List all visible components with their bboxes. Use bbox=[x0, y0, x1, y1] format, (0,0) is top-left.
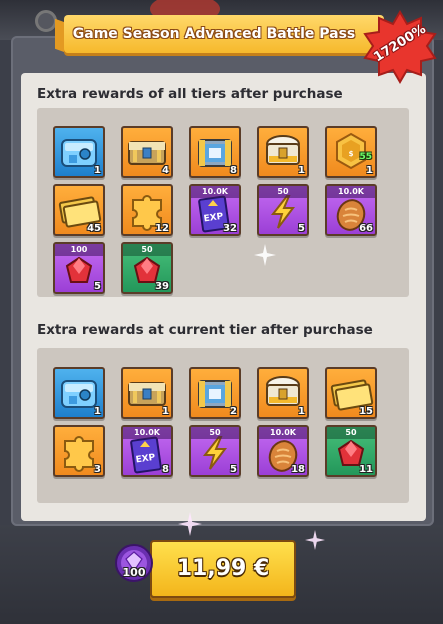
reward-count: 39 bbox=[155, 281, 169, 292]
reward-tile[interactable]: 50 11 bbox=[325, 425, 377, 477]
reward-tile[interactable]: 15 bbox=[325, 367, 377, 419]
reward-amount-label: 50 bbox=[259, 186, 307, 198]
reward-tile[interactable]: 8 bbox=[189, 126, 241, 178]
reward-amount-label: 10.0K bbox=[123, 427, 171, 439]
reward-tile[interactable]: 2 bbox=[189, 367, 241, 419]
bonus-badge: 17200% bbox=[363, 10, 437, 84]
reward-amount-label: 50 bbox=[327, 427, 375, 439]
reward-count: 8 bbox=[230, 165, 237, 176]
reward-tile[interactable]: EXP 10.0K 32 bbox=[189, 184, 241, 236]
reward-tile[interactable]: 50 5 bbox=[189, 425, 241, 477]
reward-tile[interactable]: 12 bbox=[121, 184, 173, 236]
buy-button[interactable]: 11,99 € bbox=[150, 540, 296, 598]
reward-count: 12 bbox=[155, 223, 169, 234]
reward-count: 66 bbox=[359, 223, 373, 234]
reward-amount-label: 50 bbox=[191, 427, 239, 439]
reward-tile[interactable]: 10.0K 66 bbox=[325, 184, 377, 236]
reward-count: 2 bbox=[230, 406, 237, 417]
svg-text:$: $ bbox=[349, 150, 354, 158]
reward-count: 8 bbox=[162, 464, 169, 475]
reward-count: 32 bbox=[223, 223, 237, 234]
reward-count: 18 bbox=[291, 464, 305, 475]
reward-tile[interactable]: 1 bbox=[53, 126, 105, 178]
reward-tile[interactable]: EXP 10.0K 8 bbox=[121, 425, 173, 477]
reward-amount-label: 100 bbox=[55, 244, 103, 256]
page-title: Game Season Advanced Battle Pass bbox=[72, 26, 356, 42]
reward-count: 1 bbox=[298, 406, 305, 417]
sparkle-icon bbox=[305, 530, 325, 550]
reward-tile[interactable]: 1 bbox=[53, 367, 105, 419]
reward-count: 1 bbox=[298, 165, 305, 176]
reward-count: 5 bbox=[94, 281, 101, 292]
reward-count: 15 bbox=[359, 406, 373, 417]
reward-count: 1 bbox=[94, 406, 101, 417]
reward-count: 1 bbox=[94, 165, 101, 176]
reward-count: 5 bbox=[230, 464, 237, 475]
section-title-all-tiers: Extra rewards of all tiers after purchas… bbox=[37, 86, 343, 102]
reward-tile[interactable]: 10.0K 18 bbox=[257, 425, 309, 477]
reward-tile[interactable]: 45 bbox=[53, 184, 105, 236]
reward-tile[interactable]: 3 bbox=[53, 425, 105, 477]
reward-count: 3 bbox=[94, 464, 101, 475]
reward-amount-label: 10.0K bbox=[191, 186, 239, 198]
reward-count: 4 bbox=[162, 165, 169, 176]
reward-count: 45 bbox=[87, 223, 101, 234]
title-ribbon: Game Season Advanced Battle Pass bbox=[64, 15, 384, 53]
section-title-current-tier: Extra rewards at current tier after purc… bbox=[37, 322, 373, 338]
reward-count: 5 bbox=[298, 223, 305, 234]
reward-count: 11 bbox=[359, 464, 373, 475]
reward-tile[interactable]: 4 bbox=[121, 126, 173, 178]
reward-count: 1 bbox=[162, 406, 169, 417]
sparkle-icon bbox=[254, 244, 276, 266]
reward-tile[interactable]: 1 bbox=[121, 367, 173, 419]
reward-amount-label: 10.0K bbox=[327, 186, 375, 198]
reward-tile[interactable]: 50 39 bbox=[121, 242, 173, 294]
reward-level-label: 55 bbox=[359, 152, 372, 162]
reward-tile[interactable]: $55 1 bbox=[325, 126, 377, 178]
reward-tile[interactable]: 1 bbox=[257, 367, 309, 419]
reward-tile[interactable]: 50 5 bbox=[257, 184, 309, 236]
reward-tile[interactable]: 100 5 bbox=[53, 242, 105, 294]
sparkle-icon bbox=[178, 512, 202, 536]
reward-amount-label: 10.0K bbox=[259, 427, 307, 439]
gem-bonus-count: 100 bbox=[122, 566, 146, 579]
reward-tile[interactable]: 1 bbox=[257, 126, 309, 178]
background-decoration bbox=[35, 10, 57, 32]
reward-amount-label: 50 bbox=[123, 244, 171, 256]
reward-count: 1 bbox=[366, 165, 373, 176]
